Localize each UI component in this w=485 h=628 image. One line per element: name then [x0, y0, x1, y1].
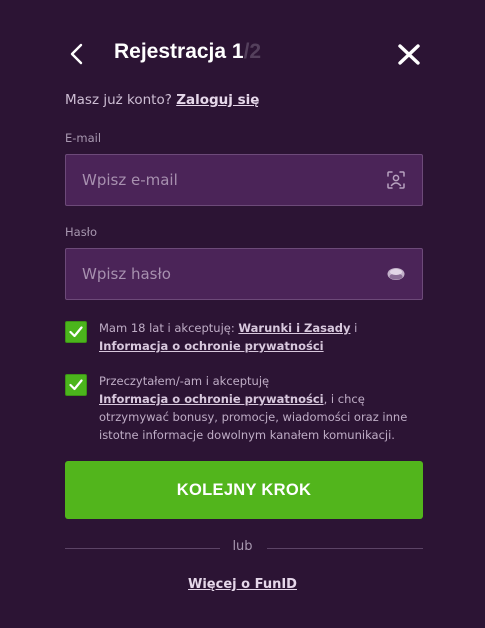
- marketing-text-before: Przeczytałem/-am i akceptuję: [99, 374, 270, 388]
- terms-text-before: Mam 18 lat i akceptuję:: [99, 321, 239, 335]
- email-input[interactable]: [82, 155, 372, 205]
- terms-link[interactable]: Warunki i Zasady: [238, 321, 350, 335]
- terms-text-middle: i: [350, 321, 358, 335]
- email-label: E-mail: [65, 131, 102, 145]
- back-button[interactable]: [66, 40, 90, 68]
- login-prompt-text: Masz już konto?: [65, 92, 172, 108]
- password-input[interactable]: [82, 249, 372, 299]
- terms-checkbox[interactable]: [65, 321, 87, 343]
- checkmark-icon: [69, 326, 83, 338]
- login-link[interactable]: Zaloguj się: [176, 92, 259, 108]
- email-scan-icon[interactable]: [386, 170, 406, 190]
- page-title: Rejestracja 1/2: [114, 40, 261, 64]
- chevron-left-icon: [70, 43, 83, 65]
- next-step-button[interactable]: KOLEJNY KROK: [65, 461, 423, 519]
- marketing-text: Przeczytałem/-am i akceptuję Informacja …: [99, 372, 425, 444]
- privacy-link[interactable]: Informacja o ochronie prywatności: [99, 339, 324, 353]
- more-info: Więcej o FunID: [0, 577, 485, 592]
- checkmark-icon: [69, 379, 83, 391]
- divider-text: lub: [232, 539, 253, 554]
- step-total: /2: [243, 40, 262, 63]
- terms-text: Mam 18 lat i akceptuję: Warunki i Zasady…: [99, 319, 425, 355]
- email-field-container: [65, 154, 423, 206]
- password-field-container: [65, 248, 423, 300]
- marketing-checkbox[interactable]: [65, 374, 87, 396]
- eye-icon[interactable]: [386, 264, 406, 284]
- privacy-link-2[interactable]: Informacja o ochronie prywatności: [99, 392, 324, 406]
- close-icon: [398, 44, 420, 65]
- login-prompt: Masz już konto? Zaloguj się: [65, 92, 259, 108]
- password-label: Hasło: [65, 225, 97, 239]
- title-text: Rejestracja 1: [114, 40, 244, 63]
- divider-line-right: [267, 548, 423, 549]
- close-button[interactable]: [396, 40, 422, 68]
- more-funid-link[interactable]: Więcej o FunID: [188, 577, 297, 592]
